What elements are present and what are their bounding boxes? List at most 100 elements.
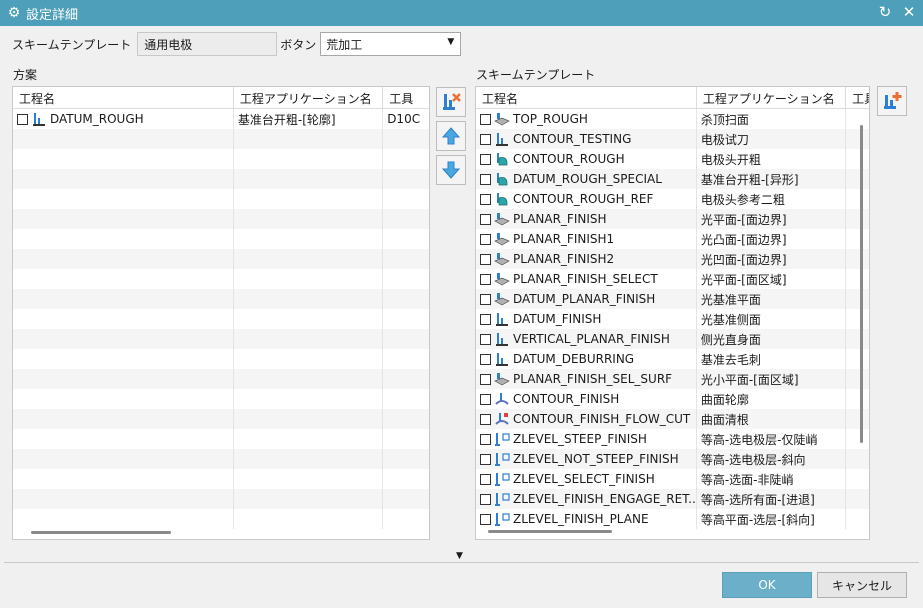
expand-icon[interactable]: ▼	[456, 551, 463, 561]
table-row[interactable]: ZLEVEL_SELECT_FINISH 等高-选面-非陡峭	[476, 469, 869, 489]
table-row	[13, 369, 429, 389]
row-checkbox[interactable]	[480, 393, 491, 405]
cancel-button[interactable]: キャンセル	[817, 572, 907, 598]
table-row[interactable]: ZLEVEL_NOT_STEEP_FINISH 等高-选电极层-斜向	[476, 449, 869, 469]
add-icon	[884, 92, 902, 109]
process-name: PLANAR_FINISH1	[513, 232, 615, 246]
process-name: PLANAR_FINISH_SEL_SURF	[513, 372, 673, 386]
table-row[interactable]: PLANAR_FINISH1 光凸面-[面边界]	[476, 229, 869, 249]
contour-icon	[494, 392, 510, 407]
row-checkbox[interactable]	[480, 113, 491, 125]
process-name: ZLEVEL_STEEP_FINISH	[513, 432, 647, 446]
row-checkbox[interactable]	[480, 513, 491, 525]
row-checkbox[interactable]	[480, 153, 491, 165]
table-row[interactable]: PLANAR_FINISH 光平面-[面边界]	[476, 209, 869, 229]
app-name: 光小平面-[面区域]	[700, 372, 799, 387]
row-checkbox[interactable]	[480, 473, 491, 485]
zlevel-icon	[494, 432, 510, 447]
row-checkbox[interactable]	[480, 213, 491, 225]
row-checkbox[interactable]	[480, 373, 491, 385]
row-checkbox[interactable]	[480, 313, 491, 325]
table-row[interactable]: TOP_ROUGH 杀顶扫面	[476, 109, 869, 129]
button-select[interactable]: 荒加工 ▼	[320, 32, 462, 56]
horizontal-scrollbar[interactable]	[31, 531, 171, 534]
process-name: VERTICAL_PLANAR_FINISH	[513, 332, 670, 346]
app-name: 等高-选电极层-仅陡峭	[700, 432, 818, 447]
table-row[interactable]: DATUM_ROUGH_SPECIAL 基准台开粗-[异形]	[476, 169, 869, 189]
cavity-mill-icon	[494, 152, 510, 167]
table-row[interactable]: CONTOUR_FINISH_FLOW_CUT 曲面清根	[476, 409, 869, 429]
table-row	[13, 249, 429, 269]
process-name: DATUM_ROUGH	[50, 112, 144, 126]
table-row[interactable]: PLANAR_FINISH2 光凹面-[面边界]	[476, 249, 869, 269]
col-process-name[interactable]: 工程名	[476, 87, 697, 108]
table-row[interactable]: ZLEVEL_STEEP_FINISH 等高-选电极层-仅陡峭	[476, 429, 869, 449]
col-app-name[interactable]: 工程アプリケーション名	[234, 87, 384, 108]
row-checkbox[interactable]	[480, 433, 491, 445]
row-checkbox[interactable]	[480, 293, 491, 305]
col-app-name[interactable]: 工程アプリケーション名	[697, 87, 847, 108]
table-row[interactable]: DATUM_ROUGH 基准台开粗-[轮廓] D10C	[13, 109, 429, 129]
row-checkbox[interactable]	[480, 493, 491, 505]
remove-button[interactable]	[436, 87, 466, 117]
row-checkbox[interactable]	[17, 113, 28, 125]
table-row[interactable]: VERTICAL_PLANAR_FINISH 侧光直身面	[476, 329, 869, 349]
table-row[interactable]: DATUM_PLANAR_FINISH 光基准平面	[476, 289, 869, 309]
ok-button[interactable]: OK	[722, 572, 812, 598]
table-row[interactable]: CONTOUR_FINISH 曲面轮廓	[476, 389, 869, 409]
process-name: PLANAR_FINISH_SELECT	[513, 272, 658, 286]
col-process-name[interactable]: 工程名	[13, 87, 234, 108]
app-name: 基准去毛刺	[700, 352, 761, 367]
table-row[interactable]: DATUM_FINISH 光基准侧面	[476, 309, 869, 329]
vertical-scrollbar[interactable]	[860, 125, 863, 443]
row-checkbox[interactable]	[480, 133, 491, 145]
row-checkbox[interactable]	[480, 173, 491, 185]
close-icon[interactable]: ✕	[901, 3, 917, 21]
table-row	[13, 129, 429, 149]
row-checkbox[interactable]	[480, 193, 491, 205]
col-tool[interactable]: 工具	[846, 87, 869, 108]
horizontal-scrollbar[interactable]	[488, 530, 612, 533]
process-name: CONTOUR_ROUGH_REF	[513, 192, 654, 206]
row-checkbox[interactable]	[480, 333, 491, 345]
reset-icon[interactable]: ↻	[877, 3, 893, 21]
app-name: 曲面清根	[700, 412, 749, 427]
row-checkbox[interactable]	[480, 273, 491, 285]
table-row[interactable]: CONTOUR_TESTING 电极试刀	[476, 129, 869, 149]
flowcut-icon	[494, 412, 510, 427]
template-table-header: 工程名 工程アプリケーション名 工具	[476, 87, 869, 109]
template-field[interactable]: 通用电极	[137, 32, 278, 56]
table-row[interactable]: PLANAR_FINISH_SEL_SURF 光小平面-[面区域]	[476, 369, 869, 389]
face-mill-icon	[494, 252, 510, 267]
col-tool[interactable]: 工具	[383, 87, 429, 108]
cavity-mill-icon	[494, 172, 510, 187]
table-row[interactable]: PLANAR_FINISH_SELECT 光平面-[面区域]	[476, 269, 869, 289]
template-table[interactable]: 工程名 工程アプリケーション名 工具 TOP_ROUGH 杀顶扫面 CONTOUR_…	[475, 86, 870, 540]
mill-planar-icon	[494, 352, 510, 367]
row-checkbox[interactable]	[480, 253, 491, 265]
move-up-button[interactable]	[436, 121, 466, 151]
row-checkbox[interactable]	[480, 453, 491, 465]
scheme-table-header: 工程名 工程アプリケーション名 工具	[13, 87, 429, 109]
row-checkbox[interactable]	[480, 413, 491, 425]
process-name: TOP_ROUGH	[513, 112, 588, 126]
process-name: PLANAR_FINISH	[513, 212, 607, 226]
add-button[interactable]	[877, 86, 907, 116]
app-name: 等高-选面-非陡峭	[700, 472, 794, 487]
scheme-table[interactable]: 工程名 工程アプリケーション名 工具 DATUM_ROUGH 基准台开粗-[轮廓]…	[12, 86, 430, 540]
process-name: DATUM_ROUGH_SPECIAL	[513, 172, 662, 186]
table-row[interactable]: ZLEVEL_FINISH_ENGAGE_RET... 等高-选所有面-[进退]	[476, 489, 869, 509]
process-name: ZLEVEL_NOT_STEEP_FINISH	[513, 452, 679, 466]
row-checkbox[interactable]	[480, 353, 491, 365]
move-down-button[interactable]	[436, 155, 466, 185]
process-name: DATUM_FINISH	[513, 312, 602, 326]
table-row[interactable]: CONTOUR_ROUGH_REF 电极头参考二粗	[476, 189, 869, 209]
app-name: 基准台开粗-[异形]	[700, 172, 799, 187]
table-row[interactable]: CONTOUR_ROUGH 电极头开粗	[476, 149, 869, 169]
app-name: 电极头开粗	[700, 152, 761, 167]
table-row[interactable]: DATUM_DEBURRING 基准去毛刺	[476, 349, 869, 369]
row-checkbox[interactable]	[480, 233, 491, 245]
process-name: CONTOUR_ROUGH	[513, 152, 625, 166]
table-row[interactable]: ZLEVEL_FINISH_PLANE 等高平面-选层-[斜向]	[476, 509, 869, 529]
arrow-up-icon	[441, 127, 461, 145]
